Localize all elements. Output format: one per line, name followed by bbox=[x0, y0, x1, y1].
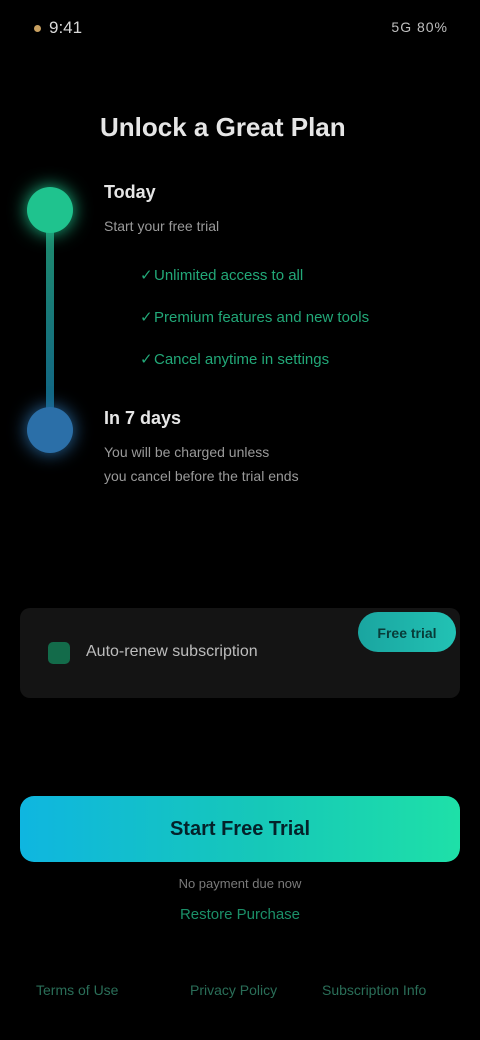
start-trial-button[interactable]: Start Free Trial bbox=[20, 796, 460, 862]
status-bar: 9:41 5G 80% bbox=[0, 0, 480, 56]
subscription-option-card[interactable]: Auto-renew subscription Free trial bbox=[20, 608, 460, 698]
step-2-text-line: you cancel before the trial ends bbox=[104, 468, 299, 484]
subscription-option-label: Auto-renew subscription bbox=[86, 643, 258, 660]
restore-purchase-link[interactable]: Restore Purchase bbox=[0, 906, 480, 923]
feature-item: ✓Unlimited access to all bbox=[140, 266, 303, 284]
feature-item: ✓Premium features and new tools bbox=[140, 308, 369, 326]
step-2-indicator-icon bbox=[27, 407, 73, 453]
feature-item-text: Unlimited access to all bbox=[154, 267, 304, 284]
checkbox[interactable] bbox=[48, 642, 70, 664]
check-icon: ✓ bbox=[140, 267, 153, 284]
feature-item: ✓Cancel anytime in settings bbox=[140, 350, 329, 368]
check-icon: ✓ bbox=[140, 309, 153, 326]
step-1-indicator-icon bbox=[27, 187, 73, 233]
step-1-subtitle: Start your free trial bbox=[104, 218, 220, 234]
step-2-text-line: You will be charged unless bbox=[104, 444, 270, 460]
feature-item-text: Cancel anytime in settings bbox=[154, 351, 330, 368]
terms-link[interactable]: Terms of Use bbox=[36, 982, 118, 998]
location-dot-icon bbox=[34, 25, 41, 33]
footer-links: Terms of Use Privacy Policy Subscription… bbox=[0, 982, 480, 1012]
timeline-connector bbox=[46, 210, 54, 435]
subscription-info-link[interactable]: Subscription Info bbox=[322, 982, 426, 998]
step-1-title: Today bbox=[104, 182, 156, 202]
free-trial-badge[interactable]: Free trial bbox=[358, 612, 456, 652]
page-title: Unlock a Great Plan bbox=[100, 112, 346, 142]
status-time-text: 9:41 bbox=[49, 18, 83, 37]
feature-item-text: Premium features and new tools bbox=[154, 309, 370, 326]
step-2-title: In 7 days bbox=[104, 408, 182, 428]
privacy-link[interactable]: Privacy Policy bbox=[190, 982, 277, 998]
check-icon: ✓ bbox=[140, 351, 153, 368]
status-indicators: 5G 80% bbox=[391, 19, 448, 35]
status-time: 9:41 bbox=[34, 18, 82, 38]
payment-note: No payment due now bbox=[178, 876, 302, 891]
